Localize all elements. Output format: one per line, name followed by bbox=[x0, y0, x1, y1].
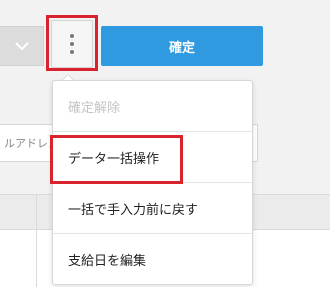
menu-caret-inner bbox=[63, 75, 73, 80]
menu-item-edit-payment-date[interactable]: 支給日を編集 bbox=[53, 234, 252, 284]
chevron-down-icon bbox=[14, 41, 29, 50]
table-column-divider bbox=[36, 194, 37, 287]
annotation-highlight-box bbox=[50, 135, 183, 184]
menu-item-revert-manual-input[interactable]: 一括で手入力前に戻す bbox=[53, 183, 252, 233]
menu-item-unconfirm: 確定解除 bbox=[53, 81, 252, 131]
annotation-highlight-box bbox=[46, 15, 98, 71]
dropdown-toggle-button[interactable] bbox=[0, 26, 44, 66]
menu-item-label: 確定解除 bbox=[68, 100, 121, 116]
confirm-button[interactable]: 確定 bbox=[101, 26, 263, 66]
menu-item-label: 支給日を編集 bbox=[68, 253, 147, 269]
menu-item-label: 一括で手入力前に戻す bbox=[68, 202, 199, 218]
confirm-button-label: 確定 bbox=[168, 40, 195, 56]
